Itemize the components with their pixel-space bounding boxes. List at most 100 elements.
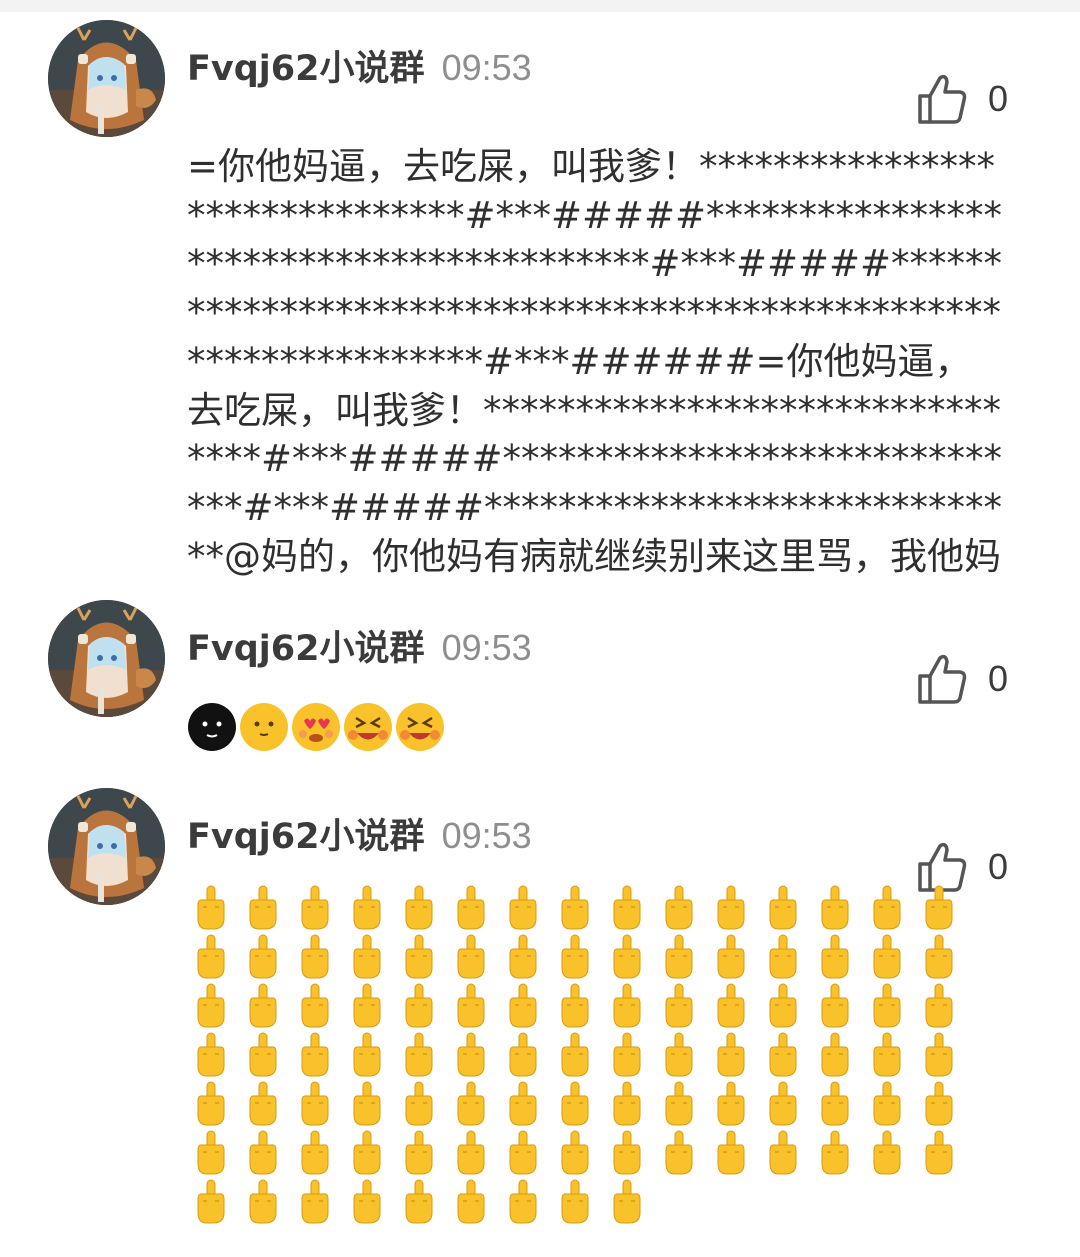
middle-finger-emoji [609, 885, 645, 931]
middle-finger-emoji [609, 1032, 645, 1078]
middle-finger-emoji [193, 1081, 229, 1127]
username[interactable]: Fvqj62小说群 [187, 629, 424, 669]
middle-finger-emoji [401, 1130, 437, 1176]
middle-finger-emoji [349, 1179, 385, 1225]
middle-finger-emoji [557, 1179, 593, 1225]
middle-finger-emoji [609, 1130, 645, 1176]
middle-finger-emoji [245, 1081, 281, 1127]
like-button[interactable]: 0 [916, 72, 1036, 132]
middle-finger-emoji [505, 1081, 541, 1127]
middle-finger-emoji [817, 885, 853, 931]
middle-finger-emoji [869, 885, 905, 931]
middle-finger-emoji [817, 1130, 853, 1176]
middle-finger-emoji [297, 1032, 333, 1078]
middle-finger-emoji [193, 885, 229, 931]
middle-finger-emoji [817, 983, 853, 1029]
middle-finger-emoji [297, 934, 333, 980]
middle-finger-emoji [661, 983, 697, 1029]
middle-finger-emoji [869, 1081, 905, 1127]
avatar[interactable] [48, 788, 165, 905]
timestamp: 09:53 [441, 815, 532, 856]
middle-finger-emoji [869, 1130, 905, 1176]
middle-finger-emoji [401, 1081, 437, 1127]
like-count: 0 [988, 78, 1009, 119]
middle-finger-emoji [245, 885, 281, 931]
middle-finger-emoji [401, 885, 437, 931]
middle-finger-emoji [817, 934, 853, 980]
middle-finger-emoji [921, 983, 957, 1029]
comment-meta: Fvqj62小说群 09:53 [187, 620, 532, 670]
middle-finger-emoji [453, 1130, 489, 1176]
avatar[interactable] [48, 600, 165, 717]
comment-text: =你他妈逼，去吃屎，叫我爹！**************************… [187, 145, 1003, 578]
heart-eyes-emoji [291, 702, 341, 752]
middle-finger-emoji [193, 934, 229, 980]
middle-finger-emoji [245, 1032, 281, 1078]
username[interactable]: Fvqj62小说群 [187, 49, 424, 89]
middle-finger-emoji [869, 1032, 905, 1078]
middle-finger-emoji [453, 1081, 489, 1127]
middle-finger-emoji [765, 1032, 801, 1078]
like-button[interactable]: 0 [916, 652, 1036, 712]
middle-finger-emoji [297, 1179, 333, 1225]
middle-finger-emoji [297, 1081, 333, 1127]
middle-finger-emoji [297, 1130, 333, 1176]
middle-finger-emoji [921, 1032, 957, 1078]
middle-finger-emoji [713, 1081, 749, 1127]
thumbs-up-icon [916, 652, 968, 706]
middle-finger-emoji [921, 1130, 957, 1176]
username[interactable]: Fvqj62小说群 [187, 817, 424, 857]
comment-meta: Fvqj62小说群 09:53 [187, 40, 532, 90]
middle-finger-emoji [817, 1032, 853, 1078]
squint-laugh-emoji [395, 702, 445, 752]
middle-finger-emoji [609, 934, 645, 980]
middle-finger-emoji [661, 1130, 697, 1176]
middle-finger-emoji [713, 934, 749, 980]
top-divider [0, 0, 1080, 12]
black-face-emoji [187, 702, 237, 752]
middle-finger-emoji [297, 983, 333, 1029]
like-count: 0 [988, 846, 1009, 887]
middle-finger-emoji [505, 934, 541, 980]
middle-finger-emoji [401, 1179, 437, 1225]
middle-finger-emoji [453, 885, 489, 931]
middle-finger-emoji [349, 1032, 385, 1078]
middle-finger-emoji [505, 983, 541, 1029]
middle-finger-emoji [193, 1179, 229, 1225]
neutral-face-emoji [239, 702, 289, 752]
middle-finger-emoji [245, 934, 281, 980]
comment-meta: Fvqj62小说群 09:53 [187, 808, 532, 858]
middle-finger-emoji [713, 983, 749, 1029]
middle-finger-emoji [557, 885, 593, 931]
timestamp: 09:53 [441, 627, 532, 668]
middle-finger-emoji [817, 1081, 853, 1127]
middle-finger-emoji [921, 885, 957, 931]
middle-finger-emoji [453, 934, 489, 980]
middle-finger-emoji [193, 1130, 229, 1176]
middle-finger-emoji [245, 1179, 281, 1225]
middle-finger-emoji [661, 934, 697, 980]
middle-finger-emoji [609, 1081, 645, 1127]
middle-finger-emoji [193, 1032, 229, 1078]
middle-finger-emoji [505, 1032, 541, 1078]
middle-finger-emoji [661, 1032, 697, 1078]
middle-finger-emoji [661, 885, 697, 931]
middle-finger-emoji [765, 934, 801, 980]
middle-finger-emoji [557, 1032, 593, 1078]
middle-finger-emoji [557, 1081, 593, 1127]
middle-finger-emoji [557, 1130, 593, 1176]
thumbs-up-icon [916, 72, 968, 126]
squint-laugh-emoji [343, 702, 393, 752]
middle-finger-emoji [349, 983, 385, 1029]
middle-finger-emoji [713, 885, 749, 931]
middle-finger-emoji [193, 983, 229, 1029]
middle-finger-emoji [557, 934, 593, 980]
middle-finger-emoji [713, 1130, 749, 1176]
middle-finger-emoji [401, 934, 437, 980]
middle-finger-emoji [349, 934, 385, 980]
avatar[interactable] [48, 20, 165, 137]
middle-finger-emoji [609, 1179, 645, 1225]
middle-finger-emoji [453, 1179, 489, 1225]
middle-finger-emoji [505, 885, 541, 931]
middle-finger-emoji [869, 934, 905, 980]
